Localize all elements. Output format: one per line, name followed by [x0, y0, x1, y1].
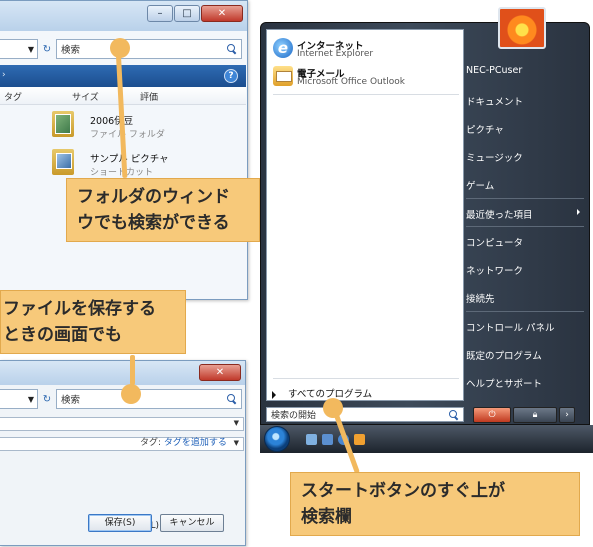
add-tag-link[interactable]: タグを追加する — [164, 438, 227, 448]
right-item-user[interactable]: NEC-PCuser — [466, 65, 588, 76]
explorer-search-box[interactable]: 検索 — [56, 39, 242, 59]
submenu-arrow-icon — [577, 209, 580, 215]
chevron-down-icon[interactable]: ▼ — [234, 419, 239, 427]
right-item-default-programs[interactable]: 既定のプログラム — [466, 348, 588, 362]
folder-icon — [52, 111, 74, 137]
callout-pointer — [130, 355, 135, 385]
right-item-connect[interactable]: 接続先 — [466, 291, 588, 305]
column-tag[interactable]: タグ — [4, 90, 22, 103]
right-item-control-panel[interactable]: コントロール パネル — [466, 320, 588, 334]
callout-line: フォルダのウィンド — [77, 187, 230, 207]
callout-start: スタートボタンのすぐ上が 検索欄 — [290, 472, 580, 536]
right-item-music[interactable]: ミュージック — [466, 150, 588, 164]
right-item-games[interactable]: ゲーム — [466, 178, 588, 192]
right-item-network[interactable]: ネットワーク — [466, 263, 588, 277]
callout-pointer-dot — [121, 384, 141, 404]
right-item-computer[interactable]: コンピュータ — [466, 235, 588, 249]
shutdown-options-button[interactable]: › — [559, 407, 575, 423]
user-picture-icon[interactable] — [498, 7, 546, 49]
chevron-down-icon[interactable]: ▼ — [234, 439, 239, 447]
callout-line: 検索欄 — [301, 507, 352, 527]
callout-line: ファイルを保存する — [3, 299, 156, 319]
right-item-documents[interactable]: ドキュメント — [466, 94, 588, 108]
search-placeholder: 検索 — [61, 45, 81, 56]
chevron-right-icon: › — [565, 410, 569, 420]
file-item[interactable]: 2006伊豆 ファイル フォルダ — [52, 111, 242, 145]
mail-icon[interactable] — [354, 434, 365, 445]
triangle-right-icon — [272, 390, 276, 399]
callout-folder: フォルダのウィンド ウでも検索ができる — [66, 178, 260, 242]
pinned-subtitle: Microsoft Office Outlook — [297, 77, 405, 87]
filename-field[interactable]: ▼ — [0, 417, 244, 431]
start-menu: e インターネット Internet Explorer 電子メール Micros… — [260, 7, 590, 425]
callout-line: ときの画面でも — [3, 325, 122, 345]
pinned-subtitle: Internet Explorer — [297, 49, 374, 59]
column-size[interactable]: サイズ — [72, 90, 99, 103]
minimize-button[interactable]: – — [147, 5, 173, 22]
pinned-mail[interactable]: 電子メール Microsoft Office Outlook — [273, 66, 459, 90]
close-button[interactable]: ✕ — [199, 364, 241, 381]
search-icon[interactable] — [227, 44, 237, 54]
search-placeholder: 検索の開始 — [271, 411, 317, 421]
switch-windows-icon[interactable] — [322, 434, 333, 445]
callout-save: ファイルを保存する ときの画面でも — [0, 290, 186, 354]
command-bar-edge: › — [2, 70, 6, 80]
right-item-recent-label: 最近使った項目 — [466, 210, 533, 221]
callout-line: ウでも検索ができる — [77, 213, 230, 233]
cancel-button[interactable]: キャンセル — [160, 514, 224, 532]
taskbar — [260, 425, 593, 453]
help-icon[interactable]: ? — [224, 69, 238, 83]
internet-explorer-icon: e — [273, 38, 293, 58]
divider — [466, 226, 584, 227]
divider — [466, 198, 584, 199]
column-rating[interactable]: 評価 — [140, 90, 158, 103]
maximize-button[interactable]: □ — [174, 5, 200, 22]
start-orb-button[interactable] — [264, 426, 290, 452]
save-dialog-titlebar: ✕ — [0, 361, 245, 385]
shortcut-icon — [52, 149, 74, 175]
file-name: 2006伊豆 — [90, 116, 134, 127]
power-icon: ⏻ — [488, 410, 496, 420]
start-search-box[interactable]: 検索の開始 — [266, 407, 464, 422]
callout-pointer-dot — [323, 398, 343, 418]
callout-pointer-dot — [110, 38, 130, 58]
tag-row: タグ: タグを追加する — [140, 435, 227, 448]
explorer-titlebar: – □ ✕ — [0, 1, 247, 31]
divider — [466, 311, 584, 312]
right-item-pictures[interactable]: ピクチャ — [466, 122, 588, 136]
divider — [273, 378, 459, 379]
address-dropdown[interactable]: ▼ — [0, 39, 38, 59]
divider — [273, 94, 459, 95]
start-menu-left-pane: e インターネット Internet Explorer 電子メール Micros… — [266, 29, 464, 401]
right-item-help[interactable]: ヘルプとサポート — [466, 376, 588, 390]
lock-button[interactable]: 🔒︎ — [513, 407, 557, 423]
save-button[interactable]: 保存(S) — [88, 514, 152, 532]
file-name: サンプル ピクチャ — [90, 154, 169, 165]
tag-label: タグ: — [140, 438, 162, 448]
pinned-internet[interactable]: e インターネット Internet Explorer — [273, 38, 459, 62]
explorer-command-bar: › ? — [0, 65, 246, 87]
all-programs[interactable]: すべてのプログラム — [272, 386, 458, 400]
callout-line: スタートボタンのすぐ上が — [301, 481, 505, 501]
search-icon[interactable] — [449, 409, 459, 420]
lock-icon: 🔒︎ — [532, 410, 538, 420]
show-desktop-icon[interactable] — [306, 434, 317, 445]
file-type: ファイル フォルダ — [90, 130, 165, 140]
right-item-recent[interactable]: 最近使った項目 — [466, 207, 588, 221]
power-button[interactable]: ⏻ — [473, 407, 511, 423]
refresh-icon[interactable]: ↻ — [38, 39, 56, 59]
close-button[interactable]: ✕ — [201, 5, 243, 22]
mail-icon — [273, 66, 293, 86]
